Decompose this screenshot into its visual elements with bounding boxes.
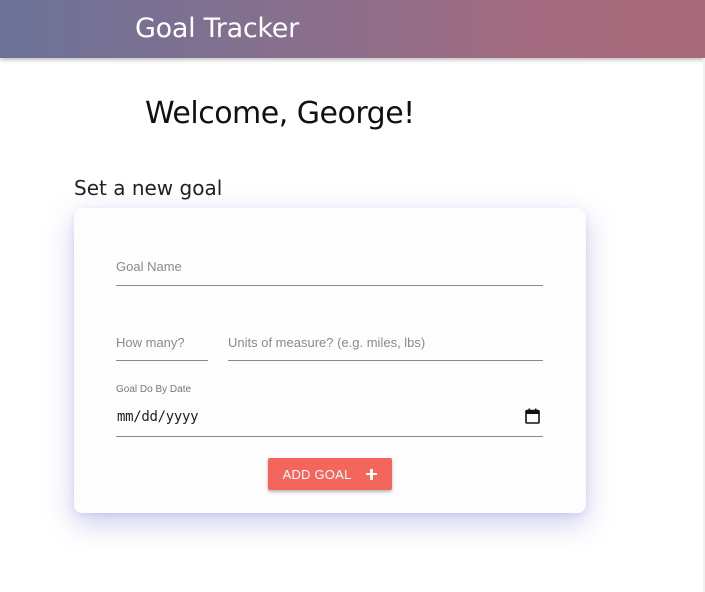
due-date-label: Goal Do By Date (116, 384, 192, 395)
units-input[interactable]: Units of measure? (e.g. miles, lbs) (228, 326, 543, 361)
quantity-placeholder: How many? (116, 335, 185, 350)
due-date-input[interactable]: Goal Do By Date mm/dd/yyyy (116, 384, 543, 437)
app-title: Goal Tracker (135, 13, 299, 44)
quantity-underline (116, 360, 208, 361)
add-goal-button[interactable]: ADD GOAL (268, 458, 392, 490)
add-goal-label: ADD GOAL (282, 466, 352, 482)
goal-name-placeholder: Goal Name (116, 259, 182, 274)
section-title: Set a new goal (74, 176, 223, 200)
new-goal-card: Goal Name How many? Units of measure? (e… (74, 208, 586, 513)
calendar-icon[interactable] (525, 408, 540, 424)
due-date-underline (116, 436, 543, 437)
due-date-value[interactable]: mm/dd/yyyy (117, 409, 199, 425)
units-underline (228, 360, 543, 361)
quantity-input[interactable]: How many? (116, 326, 208, 361)
goal-name-input[interactable]: Goal Name (116, 250, 543, 286)
plus-icon (366, 468, 378, 480)
app-bar: Goal Tracker (0, 0, 705, 58)
units-placeholder: Units of measure? (e.g. miles, lbs) (228, 335, 426, 350)
goal-name-underline (116, 285, 543, 286)
welcome-heading: Welcome, George! (145, 96, 415, 131)
